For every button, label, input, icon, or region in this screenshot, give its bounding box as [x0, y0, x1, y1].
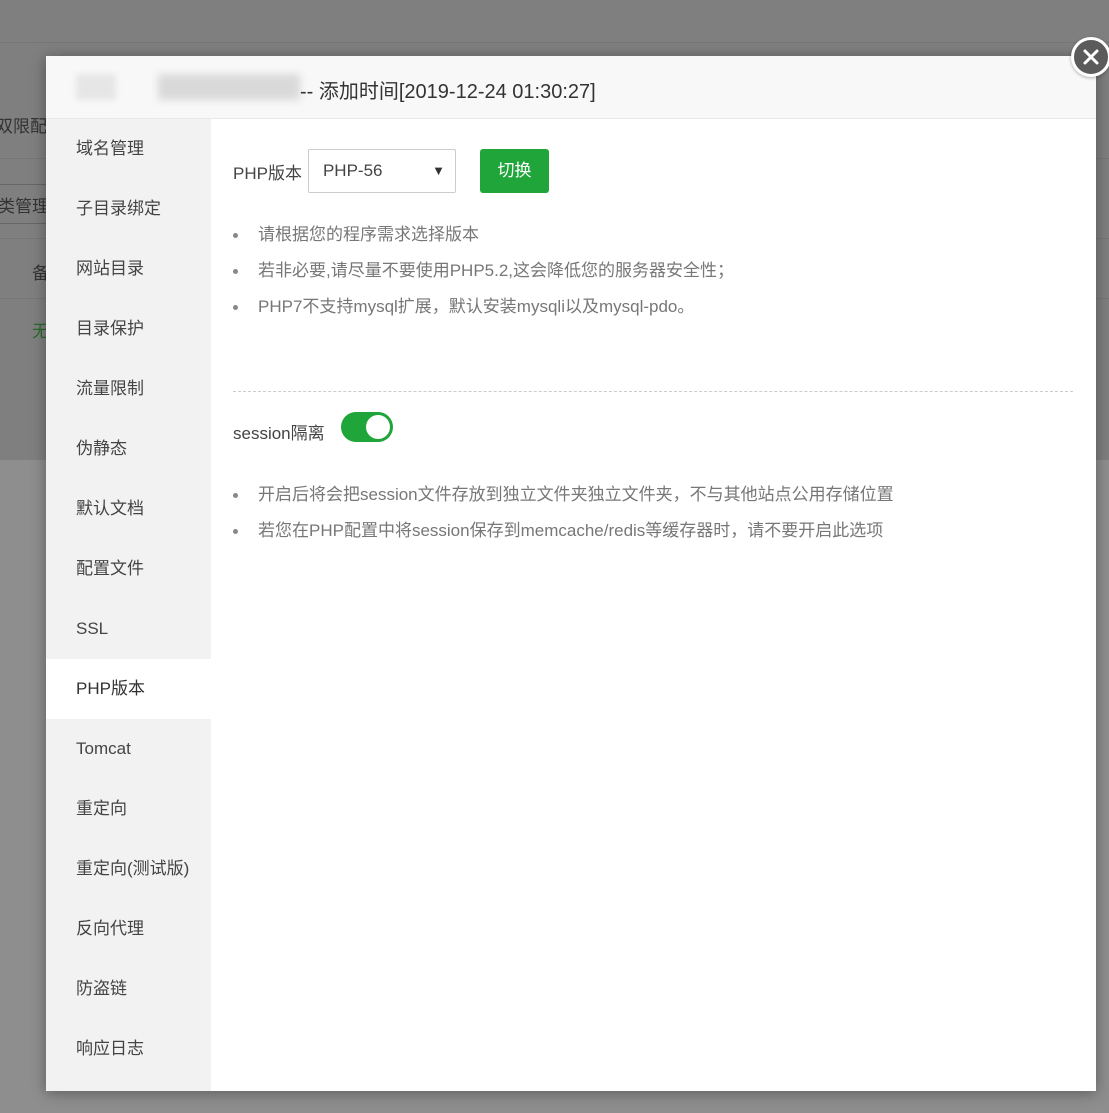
sidebar-item-domain[interactable]: 域名管理 [46, 119, 211, 179]
sidebar-item-config-file[interactable]: 配置文件 [46, 539, 211, 599]
session-tips-list: 开启后将会把session文件存放到独立文件夹独立文件夹，不与其他站点公用存储位… [233, 477, 894, 549]
sidebar-item-tomcat[interactable]: Tomcat [46, 719, 211, 779]
session-isolation-toggle[interactable] [340, 411, 393, 442]
list-item: PHP7不支持mysql扩展，默认安装mysqli以及mysql-pdo。 [233, 289, 734, 325]
sidebar-item-traffic-limit[interactable]: 流量限制 [46, 359, 211, 419]
sidebar-item-redirect[interactable]: 重定向 [46, 779, 211, 839]
sidebar-item-site-directory[interactable]: 网站目录 [46, 239, 211, 299]
background-divider [0, 42, 1109, 43]
php-version-select[interactable]: PHP-56 ▼ [307, 149, 456, 193]
php-version-panel: PHP版本 PHP-56 ▼ 切换 请根据您的程序需求选择版本 若非必要,请尽量… [211, 119, 1096, 1091]
modal-title: -- 添加时间[2019-12-24 01:30:27] [300, 81, 596, 103]
section-divider [233, 391, 1073, 392]
caret-down-icon: ▼ [432, 163, 445, 178]
sidebar-item-php-version[interactable]: PHP版本 [46, 659, 211, 719]
switch-version-button[interactable]: 切换 [479, 149, 549, 193]
sidebar-item-redirect-beta[interactable]: 重定向(测试版) [46, 839, 211, 899]
session-isolation-label: session隔离 [233, 424, 325, 443]
sidebar-item-rewrite[interactable]: 伪静态 [46, 419, 211, 479]
toggle-knob [365, 414, 390, 439]
background-text: 类管理 [0, 197, 49, 216]
sidebar-item-ssl[interactable]: SSL [46, 599, 211, 659]
modal-header: -- 添加时间[2019-12-24 01:30:27] [46, 56, 1096, 119]
php-tips-list: 请根据您的程序需求选择版本 若非必要,请尽量不要使用PHP5.2,这会降低您的服… [233, 217, 734, 325]
php-version-selected: PHP-56 [322, 161, 383, 180]
list-item: 开启后将会把session文件存放到独立文件夹独立文件夹，不与其他站点公用存储位… [233, 477, 894, 513]
sidebar-item-subdir-binding[interactable]: 子目录绑定 [46, 179, 211, 239]
background-text: 双限配 [0, 117, 47, 136]
sidebar-item-reverse-proxy[interactable]: 反向代理 [46, 899, 211, 959]
sidebar: 域名管理 子目录绑定 网站目录 目录保护 流量限制 伪静态 默认文档 配置文件 … [46, 119, 211, 1091]
sidebar-item-hotlink-protect[interactable]: 防盗链 [46, 959, 211, 1019]
sidebar-item-default-doc[interactable]: 默认文档 [46, 479, 211, 539]
close-button[interactable] [1071, 37, 1109, 77]
sidebar-item-directory-protect[interactable]: 目录保护 [46, 299, 211, 359]
sidebar-item-response-log[interactable]: 响应日志 [46, 1019, 211, 1079]
close-icon [1083, 49, 1099, 65]
php-version-row: PHP版本 PHP-56 ▼ 切换 [233, 149, 549, 193]
redacted-site-name [76, 74, 116, 100]
list-item: 若您在PHP配置中将session保存到memcache/redis等缓存器时，… [233, 513, 894, 549]
list-item: 若非必要,请尽量不要使用PHP5.2,这会降低您的服务器安全性； [233, 253, 734, 289]
php-version-label: PHP版本 [233, 163, 302, 183]
list-item: 请根据您的程序需求选择版本 [233, 217, 734, 253]
session-isolation-row: session隔离 [233, 409, 393, 444]
redacted-site-name [158, 74, 300, 100]
site-settings-modal: -- 添加时间[2019-12-24 01:30:27] 域名管理 子目录绑定 … [46, 56, 1096, 1091]
